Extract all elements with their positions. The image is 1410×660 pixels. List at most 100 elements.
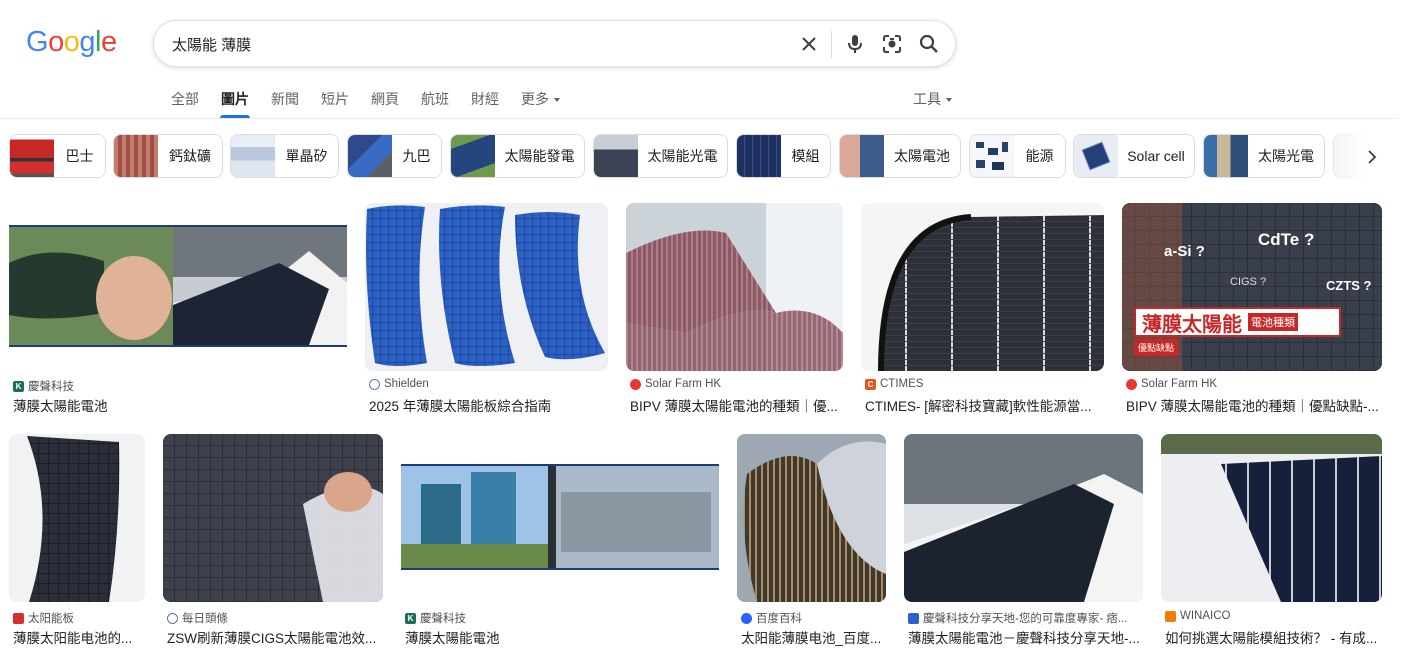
- result-source: Solar Farm HK: [630, 378, 721, 390]
- lens-icon[interactable]: [880, 32, 904, 56]
- overlay-label-czts: CZTS ?: [1326, 278, 1372, 293]
- result-source-label: Solar Farm HK: [645, 378, 722, 390]
- result-image: [9, 203, 347, 371]
- chip-energy[interactable]: 能源: [969, 134, 1066, 178]
- result-title: ZSW刷新薄膜CIGS太陽能電池效...: [167, 631, 377, 646]
- clear-icon[interactable]: [797, 32, 821, 56]
- microphone-icon[interactable]: [843, 32, 867, 56]
- image-result[interactable]: a-Si ? CdTe ? CIGS ? CZTS ? 薄膜太陽能 電池種類 優…: [1122, 203, 1382, 415]
- chip-kmb[interactable]: 九巴: [347, 134, 442, 178]
- result-title: BIPV 薄膜太陽能電池的種類｜優...: [630, 399, 838, 414]
- image-result[interactable]: 慶聲科技分享天地-您的可靠度專家- 痞... 薄膜太陽能電池－慶聲科技分享天地-…: [904, 434, 1143, 646]
- chip-thumbnail: [1204, 135, 1248, 177]
- overlay-label-cigs: CIGS ?: [1230, 276, 1267, 288]
- header-divider: [0, 118, 1398, 119]
- chip-solar-cell-zh[interactable]: 太陽電池: [839, 134, 961, 178]
- chip-solar-photovoltaic[interactable]: 太陽能光電: [593, 134, 728, 178]
- result-source-label: 太阳能板: [28, 613, 74, 625]
- result-source-label: Shielden: [384, 378, 429, 390]
- favicon-icon: C: [865, 378, 876, 390]
- favicon-icon: [741, 612, 752, 624]
- search-icon[interactable]: [917, 32, 941, 56]
- result-image: [1161, 434, 1382, 602]
- chip-solar-power[interactable]: 太陽能發電: [450, 134, 585, 178]
- tab-videos[interactable]: 短片: [321, 88, 349, 118]
- overlay-banner-sub: 電池種類: [1248, 313, 1298, 331]
- favicon-icon: K: [405, 612, 416, 624]
- tab-images[interactable]: 圖片: [220, 88, 250, 118]
- image-result[interactable]: K 慶聲科技 薄膜太陽能電池: [9, 203, 347, 415]
- result-source: 慶聲科技分享天地-您的可靠度專家- 痞...: [908, 610, 1127, 626]
- image-result[interactable]: Shielden 2025 年薄膜太陽能板綜合指南: [365, 203, 608, 415]
- chip-thumbnail: [737, 135, 781, 177]
- result-image: [861, 203, 1104, 371]
- chip-module[interactable]: 模組: [736, 134, 831, 178]
- chip-label: 能源: [1025, 148, 1054, 164]
- favicon-icon: [630, 378, 641, 390]
- result-image: [401, 434, 719, 602]
- result-title: 薄膜太陽能電池－慶聲科技分享天地-...: [908, 631, 1140, 646]
- tools-button[interactable]: 工具: [913, 88, 952, 110]
- image-result[interactable]: 每日頭條 ZSW刷新薄膜CIGS太陽能電池效...: [163, 434, 383, 646]
- chip-label: 巴士: [65, 148, 94, 164]
- chip-label: 模組: [791, 148, 820, 164]
- result-source: K 慶聲科技: [405, 610, 466, 626]
- favicon-icon: [369, 378, 380, 390]
- result-source-label: 百度百科: [756, 613, 802, 625]
- chip-label: 九巴: [402, 148, 431, 164]
- result-title: 薄膜太陽能電池: [13, 399, 108, 414]
- chip-thumbnail: [451, 135, 495, 177]
- chip-thumbnail: [10, 135, 54, 177]
- result-source: 每日頭條: [167, 610, 228, 626]
- google-logo[interactable]: Google: [26, 26, 117, 59]
- chip-thumbnail: [348, 135, 392, 177]
- tab-all[interactable]: 全部: [171, 88, 199, 118]
- result-source: Shielden: [369, 378, 429, 390]
- chip-perovskite[interactable]: 鈣鈦礦: [113, 134, 223, 178]
- result-title: CTIMES- [解密科技寶藏]軟性能源當...: [865, 399, 1092, 414]
- chip-thumbnail: [231, 135, 275, 177]
- result-title: 太阳能薄膜电池_百度...: [741, 631, 882, 646]
- tab-news[interactable]: 新聞: [271, 88, 299, 118]
- result-source-label: WINAICO: [1180, 610, 1231, 622]
- chip-solar-cell-en[interactable]: Solar cell: [1073, 134, 1195, 178]
- image-result[interactable]: C CTIMES CTIMES- [解密科技寶藏]軟性能源當...: [861, 203, 1104, 415]
- chip-bus[interactable]: 巴士: [9, 134, 106, 178]
- favicon-icon: [1126, 378, 1137, 390]
- chip-solar-pv[interactable]: 太陽光電: [1203, 134, 1325, 178]
- overlay-label-asi: a-Si ?: [1164, 243, 1205, 260]
- search-box[interactable]: [153, 20, 956, 67]
- chip-label: 鈣鈦礦: [169, 148, 211, 164]
- result-source: Solar Farm HK: [1126, 378, 1217, 390]
- overlay-banner: 薄膜太陽能 電池種類: [1134, 307, 1341, 337]
- result-image: a-Si ? CdTe ? CIGS ? CZTS ? 薄膜太陽能 電池種類 優…: [1122, 203, 1382, 371]
- favicon-icon: [1165, 610, 1176, 622]
- chip-label: 太陽電池: [894, 148, 950, 164]
- chip-thumbnail: [970, 135, 1014, 177]
- chip-monocrystalline[interactable]: 單晶矽: [230, 134, 339, 178]
- result-source-label: 慶聲科技: [28, 381, 74, 393]
- result-source: WINAICO: [1165, 610, 1230, 622]
- chip-label: Solar cell: [1127, 148, 1185, 164]
- favicon-icon: [908, 612, 919, 624]
- result-source: K 慶聲科技: [13, 378, 74, 394]
- result-source: 太阳能板: [13, 610, 74, 626]
- image-result[interactable]: 百度百科 太阳能薄膜电池_百度...: [737, 434, 886, 646]
- search-tabs: 全部 圖片 新聞 短片 網頁 航班 財經 更多: [171, 88, 582, 118]
- image-result[interactable]: 太阳能板 薄膜太阳能电池的...: [9, 434, 145, 646]
- image-result[interactable]: K 慶聲科技 薄膜太陽能電池: [401, 434, 719, 646]
- tab-flights[interactable]: 航班: [421, 88, 449, 118]
- image-result[interactable]: Solar Farm HK BIPV 薄膜太陽能電池的種類｜優...: [626, 203, 843, 415]
- result-source: C CTIMES: [865, 378, 923, 390]
- chips-fade: [1330, 134, 1365, 179]
- result-image: [365, 203, 608, 371]
- search-input[interactable]: [172, 33, 772, 55]
- result-source-label: 慶聲科技: [420, 613, 466, 625]
- tab-web[interactable]: 網頁: [371, 88, 399, 118]
- tab-finance[interactable]: 財經: [471, 88, 499, 118]
- chevron-right-icon[interactable]: [1362, 147, 1382, 167]
- tab-more[interactable]: 更多: [521, 88, 560, 118]
- overlay-banner-title: 薄膜太陽能: [1142, 313, 1242, 336]
- image-result[interactable]: WINAICO 如何挑選太陽能模組技術？ - 有成...: [1161, 434, 1382, 646]
- result-source-label: 慶聲科技分享天地-您的可靠度專家- 痞...: [923, 613, 1128, 625]
